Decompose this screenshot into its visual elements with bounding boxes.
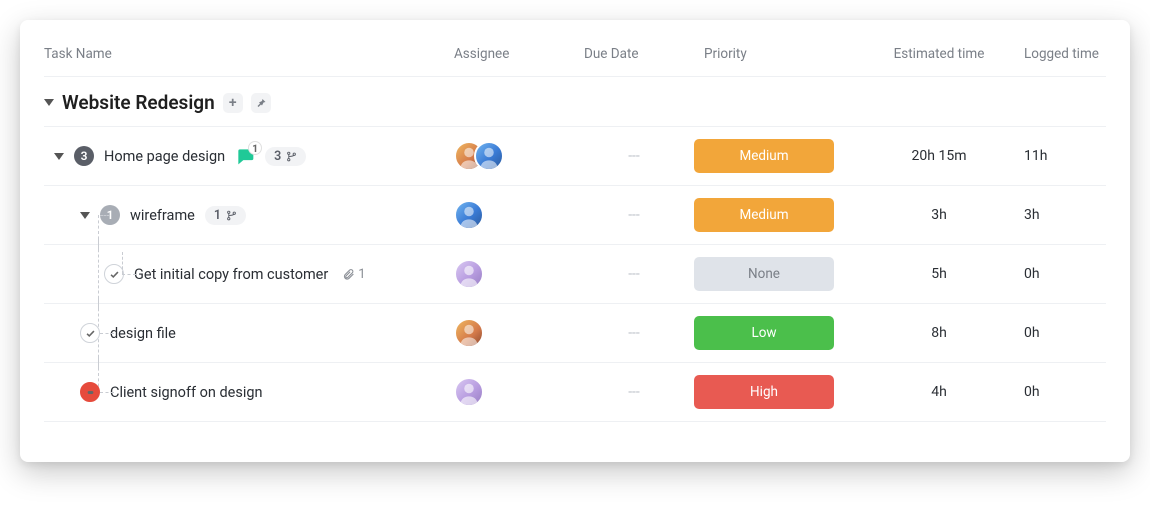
col-header-priority: Priority: [694, 46, 864, 62]
estimated-time: 8h: [931, 325, 947, 341]
subtask-pill-count: 3: [274, 149, 281, 164]
assignee-avatars[interactable]: [454, 259, 484, 289]
subtask-pill-count: 1: [214, 208, 221, 223]
task-list-card: Task Name Assignee Due Date Priority Est…: [20, 20, 1130, 462]
task-row[interactable]: design file --- Low 8h 0h: [44, 304, 1106, 363]
assignee-avatars[interactable]: [454, 318, 484, 348]
estimated-time: 4h: [931, 384, 947, 400]
subtask-pill[interactable]: 3: [265, 147, 306, 166]
avatar[interactable]: [474, 141, 504, 171]
comment-icon[interactable]: 1: [235, 146, 255, 166]
logged-time: 0h: [1024, 325, 1040, 341]
priority-pill[interactable]: None: [694, 257, 834, 291]
priority-pill[interactable]: High: [694, 375, 834, 409]
col-header-assignee: Assignee: [444, 46, 574, 62]
col-header-task-name: Task Name: [44, 46, 444, 62]
due-date: ---: [628, 325, 640, 341]
col-header-estimated: Estimated time: [864, 46, 1014, 62]
status-circle-icon[interactable]: [80, 323, 100, 343]
comment-count: 1: [248, 141, 262, 155]
task-name[interactable]: Get initial copy from customer: [134, 266, 328, 283]
avatar[interactable]: [454, 318, 484, 348]
estimated-time: 3h: [931, 207, 947, 223]
task-row[interactable]: Client signoff on design --- High 4h 0h: [44, 363, 1106, 422]
branch-icon: [286, 151, 297, 162]
logged-time: 11h: [1024, 148, 1047, 164]
collapse-icon[interactable]: [44, 99, 54, 106]
col-header-logged: Logged time: [1014, 46, 1106, 62]
assignee-avatars[interactable]: [454, 377, 484, 407]
add-task-button[interactable]: +: [223, 93, 243, 113]
task-row[interactable]: 3 Home page design 1 3 --- Medium 20h 15…: [44, 127, 1106, 186]
logged-time: 3h: [1024, 207, 1040, 223]
pin-icon[interactable]: [251, 93, 271, 113]
priority-pill[interactable]: Medium: [694, 198, 834, 232]
task-row[interactable]: 1 wireframe 1 --- Medium 3h 3h: [44, 186, 1106, 245]
status-circle-icon[interactable]: [104, 264, 124, 284]
expand-icon[interactable]: [54, 153, 64, 160]
col-header-due-date: Due Date: [574, 46, 694, 62]
due-date: ---: [628, 207, 640, 223]
due-date: ---: [628, 384, 640, 400]
due-date: ---: [628, 148, 640, 164]
logged-time: 0h: [1024, 266, 1040, 282]
estimated-time: 5h: [931, 266, 947, 282]
task-name[interactable]: Client signoff on design: [110, 384, 263, 401]
group-title[interactable]: Website Redesign: [62, 91, 215, 114]
task-row[interactable]: Get initial copy from customer 1 --- Non…: [44, 245, 1106, 304]
avatar[interactable]: [454, 200, 484, 230]
assignee-avatars[interactable]: [454, 200, 484, 230]
attachment-count: 1: [358, 267, 365, 282]
branch-icon: [226, 210, 237, 221]
priority-pill[interactable]: Medium: [694, 139, 834, 173]
task-name[interactable]: design file: [110, 325, 176, 342]
avatar[interactable]: [454, 259, 484, 289]
column-header-row: Task Name Assignee Due Date Priority Est…: [44, 38, 1106, 77]
task-name[interactable]: Home page design: [104, 148, 225, 165]
status-circle-icon[interactable]: [80, 382, 100, 402]
priority-pill[interactable]: Low: [694, 316, 834, 350]
assignee-avatars[interactable]: [454, 141, 504, 171]
group-row: Website Redesign +: [44, 77, 1106, 127]
estimated-time: 20h 15m: [912, 148, 967, 164]
subtask-count-bubble: 3: [74, 146, 94, 166]
logged-time: 0h: [1024, 384, 1040, 400]
subtask-pill[interactable]: 1: [205, 206, 246, 225]
task-name[interactable]: wireframe: [130, 207, 195, 224]
attachment-icon[interactable]: 1: [342, 267, 365, 282]
due-date: ---: [628, 266, 640, 282]
expand-icon[interactable]: [80, 212, 90, 219]
avatar[interactable]: [454, 377, 484, 407]
